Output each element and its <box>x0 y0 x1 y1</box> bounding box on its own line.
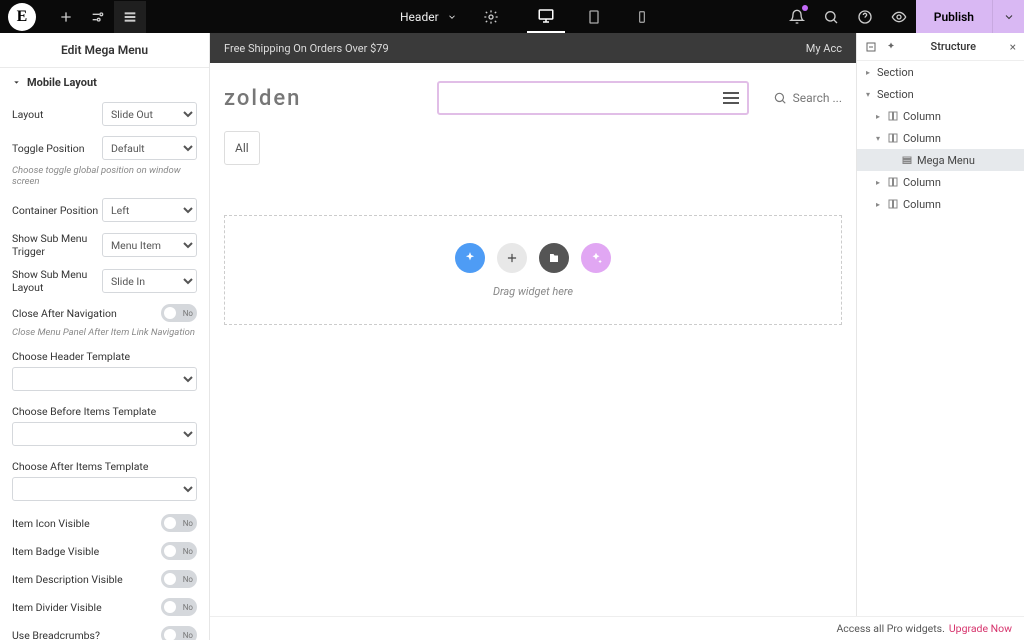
item-desc-toggle[interactable]: No <box>161 570 197 588</box>
tree-mega-menu[interactable]: Mega Menu <box>857 149 1024 171</box>
panel-body: Mobile Layout Layout Slide Out Toggle Po… <box>0 68 209 640</box>
device-mobile[interactable] <box>623 0 661 33</box>
control-layout: Layout Slide Out <box>0 97 209 131</box>
topbar-center: Header <box>210 0 780 33</box>
navigator-tree: ▸Section ▾Section ▸Column ▾Column Mega M… <box>857 61 1024 616</box>
preview-button[interactable] <box>882 0 916 33</box>
responsive-devices <box>527 0 661 33</box>
search-icon <box>773 91 787 105</box>
add-template-button[interactable] <box>539 243 569 273</box>
before-template-label: Choose Before Items Template <box>0 399 209 420</box>
tree-column[interactable]: ▸Column <box>857 105 1024 127</box>
tree-column[interactable]: ▸Column <box>857 193 1024 215</box>
left-panel: Edit Mega Menu Mobile Layout Layout Slid… <box>0 33 210 640</box>
search-wrap[interactable] <box>437 81 748 115</box>
upgrade-link[interactable]: Upgrade Now <box>949 622 1012 635</box>
promo-bar: Free Shipping On Orders Over $79 My Acc <box>210 33 856 63</box>
after-template-label: Choose After Items Template <box>0 454 209 475</box>
tree-column[interactable]: ▾Column <box>857 127 1024 149</box>
document-label: Header <box>400 10 439 24</box>
notifications-button[interactable] <box>780 0 814 33</box>
document-selector[interactable]: Header <box>390 4 467 30</box>
hamburger-icon[interactable] <box>719 92 739 104</box>
add-widget-button[interactable] <box>50 1 82 33</box>
add-container-button[interactable] <box>581 243 611 273</box>
dropzone-actions <box>455 243 611 273</box>
widget-dropzone[interactable]: Drag widget here <box>224 215 842 325</box>
close-after-nav-toggle[interactable]: No <box>161 304 197 322</box>
before-template-select[interactable] <box>12 422 197 446</box>
add-ai-button[interactable] <box>455 243 485 273</box>
control-sub-menu-trigger: Show Sub Menu Trigger Menu Item <box>0 227 209 263</box>
navigator-close-button[interactable]: × <box>1010 40 1016 54</box>
tree-section[interactable]: ▸Section <box>857 61 1024 83</box>
add-section-button[interactable] <box>497 243 527 273</box>
publish-options-button[interactable] <box>992 0 1024 33</box>
column-icon <box>887 198 899 210</box>
breadcrumbs-toggle[interactable]: No <box>161 626 197 640</box>
toggle-position-hint: Choose toggle global position on window … <box>0 165 209 193</box>
device-desktop[interactable] <box>527 0 565 33</box>
control-close-after-nav: Close After Navigation No <box>0 299 209 327</box>
caret-down-icon <box>12 78 21 87</box>
topbar-left-group: E <box>0 1 210 33</box>
control-item-desc: Item Description Visible No <box>0 565 209 593</box>
sub-menu-layout-select[interactable]: Slide In <box>102 269 197 293</box>
navigator-header: Structure × <box>857 33 1024 61</box>
brand-logo: zolden <box>224 86 301 111</box>
help-button[interactable] <box>848 0 882 33</box>
control-item-icon: Item Icon Visible No <box>0 509 209 537</box>
footer-bar: Access all Pro widgets. Upgrade Now <box>210 616 1024 640</box>
control-item-badge: Item Badge Visible No <box>0 537 209 565</box>
item-badge-toggle[interactable]: No <box>161 542 197 560</box>
header-template-select[interactable] <box>12 367 197 391</box>
topbar-right: Publish <box>780 0 1024 33</box>
chevron-down-icon <box>447 12 457 22</box>
item-divider-toggle[interactable]: No <box>161 598 197 616</box>
tree-section[interactable]: ▾Section <box>857 83 1024 105</box>
editor-canvas: Free Shipping On Orders Over $79 My Acc … <box>210 33 856 616</box>
page-settings-button[interactable] <box>475 1 507 33</box>
control-container-position: Container Position Left <box>0 193 209 227</box>
layout-select[interactable]: Slide Out <box>102 102 197 126</box>
search-inline[interactable]: Search ... <box>773 91 842 105</box>
column-icon <box>887 110 899 122</box>
item-icon-toggle[interactable]: No <box>161 514 197 532</box>
finder-search-button[interactable] <box>814 0 848 33</box>
header-template-label: Choose Header Template <box>0 344 209 365</box>
all-categories-button[interactable]: All <box>224 131 260 165</box>
settings-sliders-button[interactable] <box>82 1 114 33</box>
tree-column[interactable]: ▸Column <box>857 171 1024 193</box>
navigator-panel: Structure × ▸Section ▾Section ▸Column ▾C… <box>856 33 1024 616</box>
device-tablet[interactable] <box>575 0 613 33</box>
panel-title: Edit Mega Menu <box>0 33 209 68</box>
control-sub-menu-layout: Show Sub Menu Layout Slide In <box>0 263 209 299</box>
top-bar: E Header Publish <box>0 0 1024 33</box>
collapse-all-icon[interactable] <box>865 41 877 53</box>
footer-text: Access all Pro widgets. <box>836 622 944 635</box>
column-icon <box>887 176 899 188</box>
promo-text: Free Shipping On Orders Over $79 <box>224 42 389 55</box>
drag-hint: Drag widget here <box>493 285 573 298</box>
widget-icon <box>901 154 913 166</box>
toggle-position-select[interactable]: Default <box>102 136 197 160</box>
sub-menu-trigger-select[interactable]: Menu Item <box>102 233 197 257</box>
navigator-toggle-button[interactable] <box>114 1 146 33</box>
publish-button[interactable]: Publish <box>916 0 992 33</box>
sparkle-icon[interactable] <box>885 41 897 53</box>
control-use-breadcrumbs: Use Breadcrumbs? No <box>0 621 209 640</box>
container-position-select[interactable]: Left <box>102 198 197 222</box>
after-template-select[interactable] <box>12 477 197 501</box>
elementor-logo[interactable]: E <box>8 3 36 31</box>
account-link[interactable]: My Acc <box>806 42 842 55</box>
column-icon <box>887 132 899 144</box>
control-toggle-position: Toggle Position Default <box>0 131 209 165</box>
section-mobile-layout[interactable]: Mobile Layout <box>0 68 209 97</box>
control-item-divider: Item Divider Visible No <box>0 593 209 621</box>
site-header: zolden Search ... All <box>210 63 856 175</box>
close-after-nav-hint: Close Menu Panel After Item Link Navigat… <box>0 327 209 344</box>
navigator-title: Structure <box>905 40 1002 53</box>
